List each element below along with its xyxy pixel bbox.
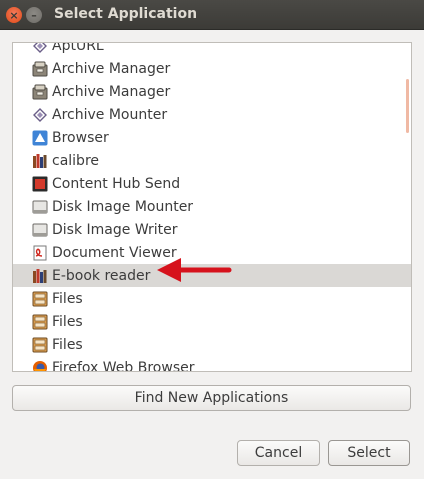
app-list-item[interactable]: Archive Manager xyxy=(13,57,411,80)
app-list-item-label: Disk Image Mounter xyxy=(52,198,194,215)
app-list-item[interactable]: Files xyxy=(13,310,411,333)
diamond-icon xyxy=(32,43,48,54)
app-list-item-label: Files xyxy=(52,290,83,307)
app-list-item[interactable]: Archive Manager xyxy=(13,80,411,103)
document-viewer-icon xyxy=(32,245,48,261)
books-icon xyxy=(32,268,48,284)
app-list-item-label: AptURL xyxy=(52,42,104,54)
app-list-item[interactable]: Disk Image Writer xyxy=(13,218,411,241)
browser-icon xyxy=(32,130,48,146)
archive-icon xyxy=(32,61,48,77)
app-list-item[interactable]: Browser xyxy=(13,126,411,149)
app-list-item[interactable]: Archive Mounter xyxy=(13,103,411,126)
disk-icon xyxy=(32,199,48,215)
diamond-icon xyxy=(32,107,48,123)
close-icon[interactable]: × xyxy=(6,7,22,23)
window-title: Select Application xyxy=(54,6,198,22)
app-list-item[interactable]: Content Hub Send xyxy=(13,172,411,195)
books-icon xyxy=(32,153,48,169)
file-cabinet-icon xyxy=(32,314,48,330)
app-list-item-label: Archive Manager xyxy=(52,83,171,100)
app-list-item-label: Content Hub Send xyxy=(52,175,181,192)
app-list-item-label: Files xyxy=(52,336,83,353)
app-list-item[interactable]: Disk Image Mounter xyxy=(13,195,411,218)
app-list-item-label: Firefox Web Browser xyxy=(52,359,195,372)
app-list-item[interactable]: Files xyxy=(13,287,411,310)
app-list-item[interactable]: calibre xyxy=(13,149,411,172)
minimize-icon[interactable]: – xyxy=(26,7,42,23)
app-list-item-label: Files xyxy=(52,313,83,330)
archive-icon xyxy=(32,84,48,100)
find-new-applications-button[interactable]: Find New Applications xyxy=(12,385,411,411)
app-list-item-label: Archive Manager xyxy=(52,60,171,77)
scrollbar-thumb[interactable] xyxy=(406,79,409,133)
title-bar: × – Select Application xyxy=(0,0,424,30)
app-list-item[interactable]: Files xyxy=(13,333,411,356)
select-button[interactable]: Select xyxy=(328,440,410,466)
app-list-item[interactable]: AptURL xyxy=(13,42,411,57)
app-list-item-label: Browser xyxy=(52,129,109,146)
cancel-button[interactable]: Cancel xyxy=(237,440,320,466)
app-list-item-label: E-book reader xyxy=(52,267,151,284)
disk-icon xyxy=(32,222,48,238)
firefox-icon xyxy=(32,360,48,371)
annotation-arrow xyxy=(157,258,232,282)
file-cabinet-icon xyxy=(32,291,48,307)
content-hub-icon xyxy=(32,176,48,192)
app-list-item-label: Disk Image Writer xyxy=(52,221,178,238)
app-list-item[interactable]: Firefox Web Browser xyxy=(13,356,411,372)
application-list[interactable]: AptURL Archive Manager Archive Manager Arch… xyxy=(12,42,412,372)
app-list-item-label: Archive Mounter xyxy=(52,106,168,123)
app-list-item-label: calibre xyxy=(52,152,100,169)
file-cabinet-icon xyxy=(32,337,48,353)
application-list-items: AptURL Archive Manager Archive Manager Arch… xyxy=(13,42,411,372)
